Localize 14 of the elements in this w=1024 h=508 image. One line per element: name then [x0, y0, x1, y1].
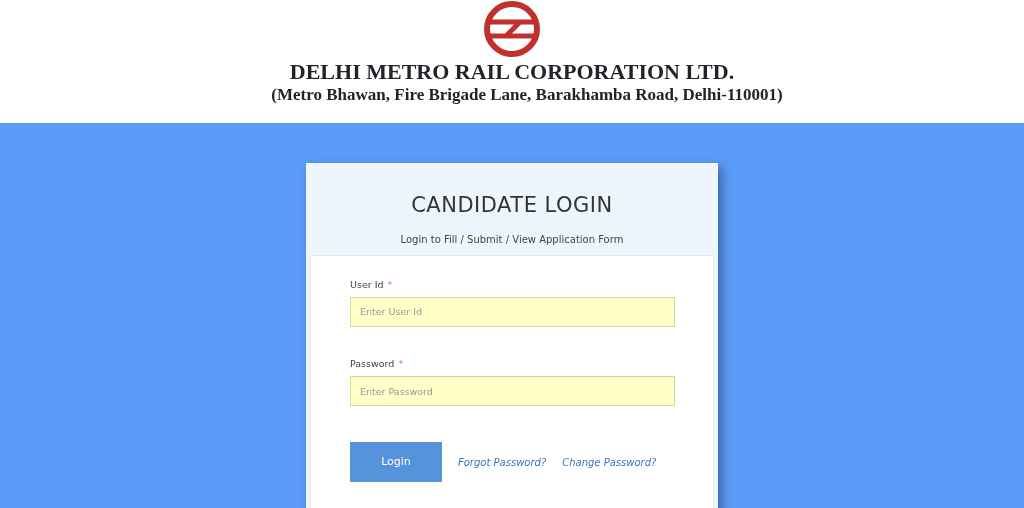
required-mark: *	[387, 277, 393, 292]
field-label: User Id	[350, 277, 384, 292]
password-link[interactable]: Change Password?	[562, 454, 657, 470]
metro-logo-icon	[482, 0, 542, 58]
password-link[interactable]: Forgot Password?	[458, 454, 547, 470]
required-mark: *	[398, 356, 404, 371]
input-field[interactable]: Enter Password	[350, 376, 675, 406]
login-button[interactable]: Login	[350, 442, 442, 482]
login-title: CANDIDATE LOGIN	[410, 192, 614, 219]
company-title: DELHI METRO RAIL CORPORATION LTD.	[288, 60, 736, 84]
company-address: (Metro Bhawan, Fire Brigade Lane, Barakhamba Road, Delhi-110001)	[270, 84, 784, 106]
field-label: Password	[350, 356, 395, 371]
login-subtitle: Login to Fill / Submit / View Application Form	[399, 232, 625, 247]
input-field[interactable]: Enter User Id	[350, 296, 675, 327]
